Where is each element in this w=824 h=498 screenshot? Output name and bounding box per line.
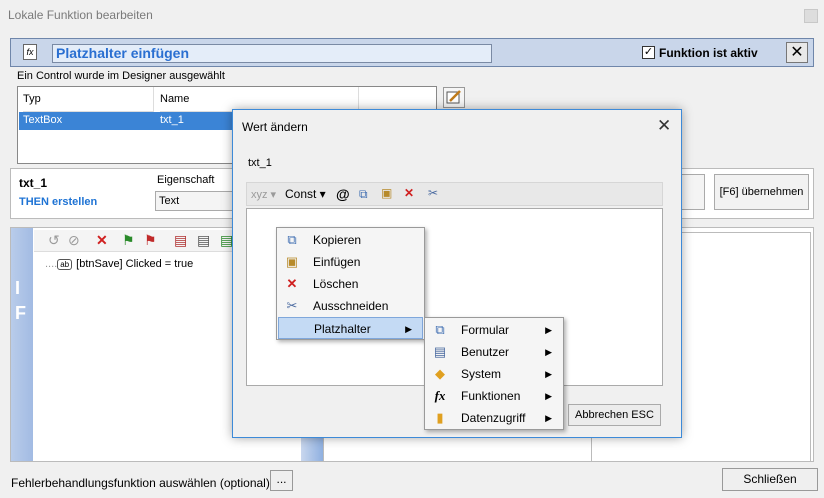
menu-item-label: Kopieren <box>313 233 362 247</box>
paste-icon[interactable]: ▣ <box>381 186 392 200</box>
button-type-icon: ab <box>57 259 73 270</box>
menu-item-label: Einfügen <box>313 255 361 269</box>
column-header-typ[interactable]: Typ <box>23 87 153 112</box>
dialog-caption: txt_1 <box>248 157 272 169</box>
xyz-dropdown[interactable]: xyz ▾ <box>251 188 276 201</box>
window-close-button[interactable] <box>804 9 818 23</box>
cut-icon: ✂ <box>286 298 298 313</box>
tree-connector: .... <box>45 258 58 270</box>
user-card-icon: ▤ <box>433 344 447 359</box>
red-flag-icon[interactable]: ⚑ <box>144 232 157 249</box>
clear-icon[interactable]: ⊘ <box>68 232 80 249</box>
document-icon[interactable]: ▤ <box>174 232 187 249</box>
submenu-item-datenzugriff[interactable]: ▮ Datenzugriff ▶ <box>426 407 562 429</box>
menu-item-einfuegen[interactable]: ▣ Einfügen <box>278 251 423 273</box>
submenu-item-formular[interactable]: ⧉ Formular ▶ <box>426 319 562 341</box>
dialog-close-icon[interactable]: ✕ <box>657 116 671 136</box>
submenu-item-benutzer[interactable]: ▤ Benutzer ▶ <box>426 341 562 363</box>
property-control-name: txt_1 <box>19 176 48 190</box>
if-letter: I <box>15 278 21 298</box>
column-divider <box>153 87 154 112</box>
undo-icon[interactable]: ↺ <box>48 232 60 249</box>
submenu-arrow-icon: ▶ <box>545 347 552 357</box>
cell-name: txt_1 <box>160 114 184 126</box>
menu-item-label: Ausschneiden <box>313 299 389 313</box>
edit-icon <box>446 90 461 104</box>
submenu-arrow-icon: ▶ <box>545 413 552 423</box>
window-title: Lokale Funktion bearbeiten <box>8 8 153 22</box>
dialog-title: Wert ändern <box>242 120 308 134</box>
menu-item-label: Datenzugriff <box>461 411 526 425</box>
submenu-item-system[interactable]: ◆ System ▶ <box>426 363 562 385</box>
paste-icon: ▣ <box>285 254 299 269</box>
function-name-field[interactable]: Platzhalter einfügen <box>52 44 492 63</box>
if-strip: I F <box>11 228 33 461</box>
condition-tree: .... ab [btnSave] Clicked = true <box>45 258 193 270</box>
if-toolbar: ↺ ⊘ ✕ ⚑ ⚑ ▤ ▤ ▤ <box>34 230 254 252</box>
apply-button[interactable]: [F6] übernehmen <box>714 174 809 210</box>
cut-icon[interactable]: ✂ <box>428 186 438 200</box>
delete-icon[interactable]: ✕ <box>404 186 414 200</box>
if-letter: F <box>15 303 26 323</box>
green-flag-icon[interactable]: ⚑ <box>122 232 135 249</box>
active-checkbox-label: Funktion ist aktiv <box>659 46 758 60</box>
function-header-bar: fx Platzhalter einfügen ✓ Funktion ist a… <box>10 38 814 67</box>
dialog-toolbar: xyz ▾ Const ▾ @ ⧉ ▣ ✕ ✂ <box>246 182 663 206</box>
placeholder-submenu: ⧉ Formular ▶ ▤ Benutzer ▶ ◆ System ▶ fx … <box>424 317 564 430</box>
edit-control-button[interactable] <box>443 87 465 108</box>
cancel-button[interactable]: Abbrechen ESC <box>568 404 661 426</box>
then-create-link[interactable]: THEN erstellen <box>19 196 97 208</box>
menu-item-label: Benutzer <box>461 345 510 359</box>
active-checkbox[interactable]: ✓ <box>642 46 655 59</box>
function-icon: fx <box>23 44 37 60</box>
close-button[interactable]: Schließen <box>722 468 818 491</box>
condition-item[interactable]: [btnSave] Clicked = true <box>76 258 193 270</box>
const-dropdown[interactable]: Const ▾ <box>285 187 326 201</box>
error-handler-label: Fehlerbehandlungsfunktion auswählen (opt… <box>11 476 270 490</box>
property-label: Eigenschaft <box>157 174 215 186</box>
submenu-arrow-icon: ▶ <box>545 325 552 335</box>
header-close-button[interactable]: ✕ <box>786 42 808 63</box>
menu-item-platzhalter[interactable]: Platzhalter ▶ <box>278 317 423 339</box>
menu-item-kopieren[interactable]: ⧉ Kopieren <box>278 229 423 251</box>
delete-icon[interactable]: ✕ <box>96 232 108 249</box>
submenu-arrow-icon: ▶ <box>545 369 552 379</box>
menu-item-label: Formular <box>461 323 510 337</box>
submenu-arrow-icon: ▶ <box>545 391 552 401</box>
at-button[interactable]: @ <box>336 186 350 202</box>
menu-item-loeschen[interactable]: ✕ Löschen <box>278 273 423 295</box>
window-titlebar: Lokale Funktion bearbeiten <box>0 0 824 32</box>
menu-item-ausschneiden[interactable]: ✂ Ausschneiden <box>278 295 423 317</box>
submenu-item-funktionen[interactable]: fx Funktionen ▶ <box>426 385 562 407</box>
copy-icon: ⧉ <box>287 232 297 247</box>
database-icon: ▮ <box>436 410 444 425</box>
error-handler-button[interactable]: ... <box>270 470 293 491</box>
submenu-arrow-icon: ▶ <box>405 324 412 334</box>
menu-item-label: Platzhalter <box>314 322 371 336</box>
tag-icon: ◆ <box>435 366 445 381</box>
cell-typ: TextBox <box>23 114 63 126</box>
selection-label: Ein Control wurde im Designer ausgewählt <box>17 70 225 82</box>
menu-item-label: Funktionen <box>461 389 521 403</box>
delete-icon: ✕ <box>286 276 298 291</box>
function-icon: fx <box>434 388 446 403</box>
form-icon: ⧉ <box>435 322 445 337</box>
menu-item-label: Löschen <box>313 277 359 291</box>
context-menu: ⧉ Kopieren ▣ Einfügen ✕ Löschen ✂ Aussch… <box>276 227 425 340</box>
menu-item-label: System <box>461 367 502 381</box>
document-icon[interactable]: ▤ <box>197 232 210 249</box>
copy-icon[interactable]: ⧉ <box>359 187 368 202</box>
